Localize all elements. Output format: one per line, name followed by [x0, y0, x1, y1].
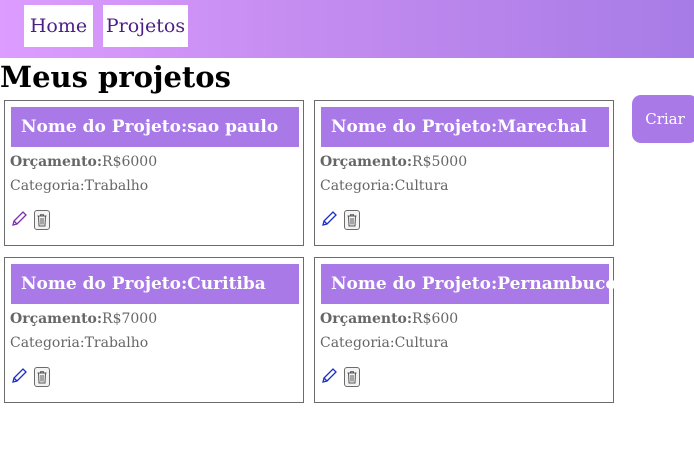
project-name-label: Nome do Projeto: [331, 274, 498, 294]
category-value: Trabalho [84, 335, 149, 351]
category-label: Categoria: [320, 178, 395, 194]
project-name-label: Nome do Projeto: [21, 274, 188, 294]
category-value: Cultura [394, 335, 449, 351]
project-card-title: Nome do Projeto: sao paulo [11, 107, 299, 147]
create-project-button[interactable]: Criar [632, 95, 694, 143]
project-category: Categoria:Cultura [320, 335, 448, 351]
trash-icon[interactable] [344, 210, 360, 230]
budget-value: R$600 [412, 311, 459, 327]
project-card: Nome do Projeto: Pernambuco Orçamento:R$6… [314, 257, 617, 403]
pencil-icon[interactable] [10, 210, 28, 228]
category-value: Trabalho [84, 178, 149, 194]
project-name-value: Curitiba [187, 274, 266, 294]
project-budget: Orçamento:R$6000 [10, 154, 157, 170]
top-navbar: Home Projetos [0, 0, 694, 58]
project-category: Categoria:Cultura [320, 178, 448, 194]
pencil-icon[interactable] [320, 210, 338, 228]
project-name-value: Marechal [497, 117, 588, 137]
page-title: Meus projetos [0, 60, 231, 94]
trash-icon[interactable] [34, 367, 50, 387]
project-card: Nome do Projeto: Marechal Orçamento:R$500… [314, 100, 614, 246]
budget-label: Orçamento: [320, 154, 413, 170]
trash-icon[interactable] [34, 210, 50, 230]
nav-home-link[interactable]: Home [24, 5, 93, 47]
budget-label: Orçamento: [320, 311, 413, 327]
nav-projects-link[interactable]: Projetos [103, 5, 188, 47]
project-card-title: Nome do Projeto: Marechal [321, 107, 609, 147]
project-name-label: Nome do Projeto: [21, 117, 188, 137]
project-budget: Orçamento:R$5000 [320, 154, 467, 170]
category-label: Categoria: [10, 178, 85, 194]
budget-label: Orçamento: [10, 154, 103, 170]
pencil-icon[interactable] [10, 367, 28, 385]
project-card-title: Nome do Projeto: Pernambuco [321, 264, 617, 304]
project-card-title: Nome do Projeto: Curitiba [11, 264, 299, 304]
project-name-label: Nome do Projeto: [331, 117, 498, 137]
project-budget: Orçamento:R$600 [320, 311, 458, 327]
project-category: Categoria:Trabalho [10, 335, 148, 351]
category-value: Cultura [394, 178, 449, 194]
project-card: Nome do Projeto: sao paulo Orçamento:R$60… [4, 100, 304, 246]
budget-value: R$7000 [102, 311, 158, 327]
project-budget: Orçamento:R$7000 [10, 311, 157, 327]
project-name-value: Pernambuco [497, 274, 617, 294]
pencil-icon[interactable] [320, 367, 338, 385]
project-card: Nome do Projeto: Curitiba Orçamento:R$700… [4, 257, 304, 403]
trash-icon[interactable] [344, 367, 360, 387]
category-label: Categoria: [320, 335, 395, 351]
budget-value: R$5000 [412, 154, 468, 170]
project-name-value: sao paulo [187, 117, 279, 137]
category-label: Categoria: [10, 335, 85, 351]
budget-value: R$6000 [102, 154, 158, 170]
project-category: Categoria:Trabalho [10, 178, 148, 194]
budget-label: Orçamento: [10, 311, 103, 327]
